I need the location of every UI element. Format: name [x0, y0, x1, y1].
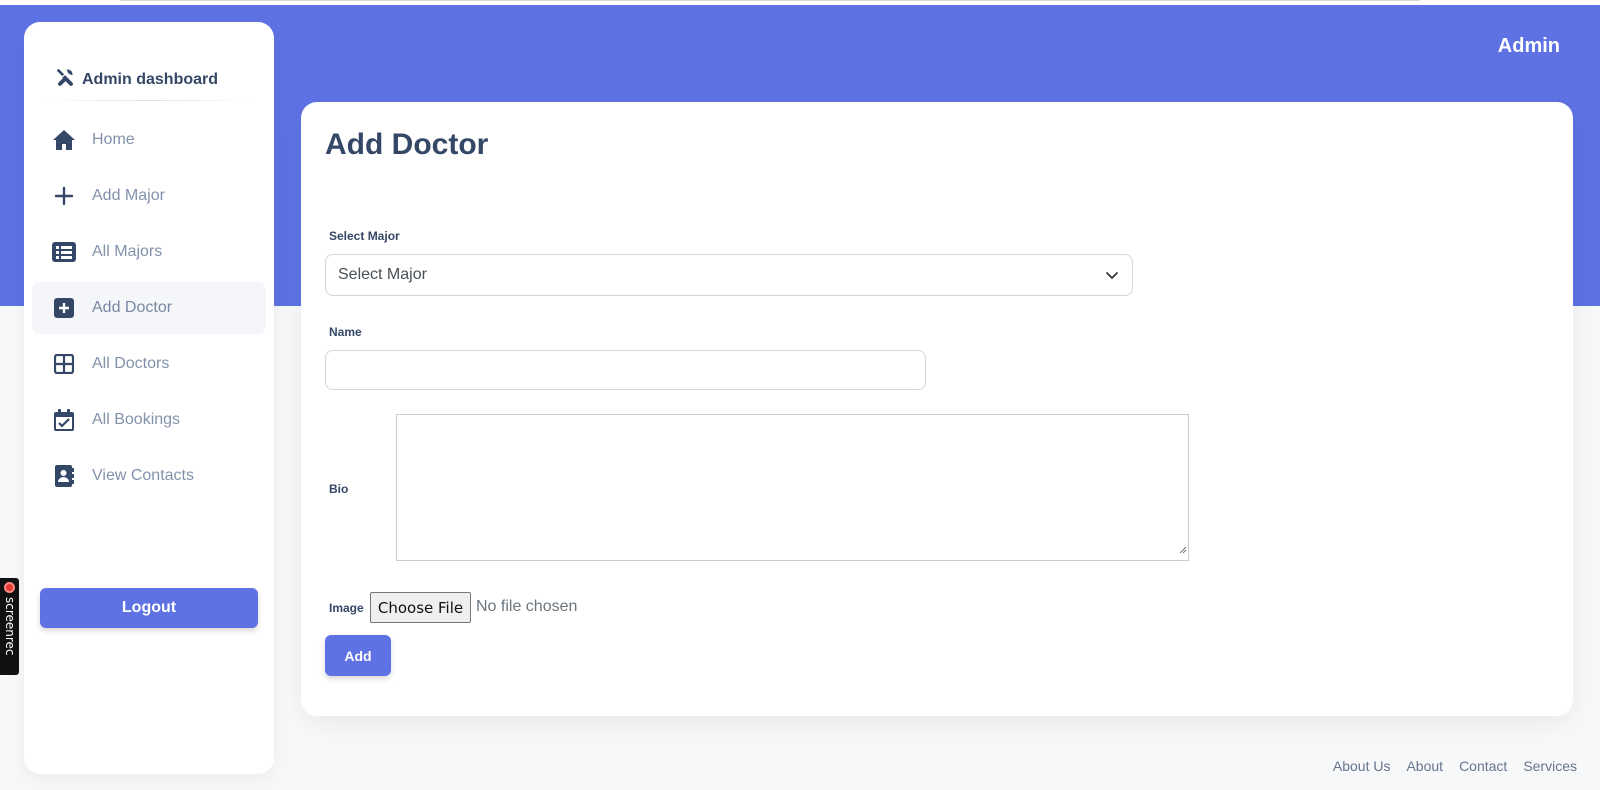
home-icon	[52, 128, 76, 152]
recorder-label: screenrec	[3, 597, 17, 656]
brand-title: Admin dashboard	[82, 70, 219, 88]
footer-link-contact[interactable]: Contact	[1459, 758, 1507, 774]
sidebar-nav: Home Add Major All Majors Add Doctor All…	[32, 114, 266, 506]
sidebar-item-add-doctor[interactable]: Add Doctor	[32, 282, 266, 334]
footer-link-about[interactable]: About	[1406, 758, 1443, 774]
add-doctor-card: Add Doctor Select Major Select Major Nam…	[301, 102, 1573, 716]
plus-icon	[52, 184, 76, 208]
record-icon	[4, 582, 15, 593]
sidebar-item-home[interactable]: Home	[32, 114, 266, 166]
sidebar-divider	[44, 100, 254, 101]
admin-user-label[interactable]: Admin	[1498, 35, 1560, 58]
sidebar: Admin dashboard Home Add Major All Major…	[24, 22, 274, 774]
sidebar-item-label: View Contacts	[92, 467, 194, 484]
footer-link-services[interactable]: Services	[1523, 758, 1577, 774]
page-title: Add Doctor	[325, 128, 489, 161]
add-button[interactable]: Add	[325, 635, 391, 676]
brand[interactable]: Admin dashboard	[54, 66, 218, 93]
sidebar-item-all-bookings[interactable]: All Bookings	[32, 394, 266, 446]
major-select[interactable]: Select Major	[325, 254, 1133, 296]
chevron-down-icon	[1104, 267, 1120, 288]
calendar-check-icon	[52, 408, 76, 432]
sidebar-item-label: Add Major	[92, 187, 165, 204]
sidebar-item-label: All Doctors	[92, 355, 170, 372]
screen-recorder-widget[interactable]: screenrec	[0, 578, 19, 675]
tools-icon	[54, 66, 76, 93]
sidebar-item-add-major[interactable]: Add Major	[32, 170, 266, 222]
plus-square-icon	[52, 296, 76, 320]
footer-link-about-us[interactable]: About Us	[1333, 758, 1391, 774]
logout-button[interactable]: Logout	[40, 588, 258, 628]
contact-book-icon	[52, 464, 76, 488]
name-field[interactable]	[325, 350, 926, 390]
name-label: Name	[329, 325, 362, 339]
major-select-value: Select Major	[338, 266, 427, 283]
major-label: Select Major	[329, 229, 400, 243]
image-label: Image	[329, 601, 364, 615]
sidebar-item-label: Home	[92, 131, 135, 148]
footer-links: About Us About Contact Services	[1333, 758, 1577, 774]
choose-file-button[interactable]: Choose File	[370, 592, 471, 623]
sidebar-item-view-contacts[interactable]: View Contacts	[32, 450, 266, 502]
sidebar-item-label: All Majors	[92, 243, 163, 260]
sidebar-item-all-majors[interactable]: All Majors	[32, 226, 266, 278]
bio-textarea[interactable]	[396, 414, 1189, 561]
sidebar-item-label: All Bookings	[92, 411, 181, 428]
grid-icon	[52, 352, 76, 376]
file-status: No file chosen	[476, 598, 578, 615]
sidebar-item-label: Add Doctor	[92, 299, 173, 316]
list-icon	[52, 240, 76, 264]
resize-handle-icon[interactable]	[1177, 541, 1187, 559]
sidebar-item-all-doctors[interactable]: All Doctors	[32, 338, 266, 390]
bio-label: Bio	[329, 482, 349, 496]
